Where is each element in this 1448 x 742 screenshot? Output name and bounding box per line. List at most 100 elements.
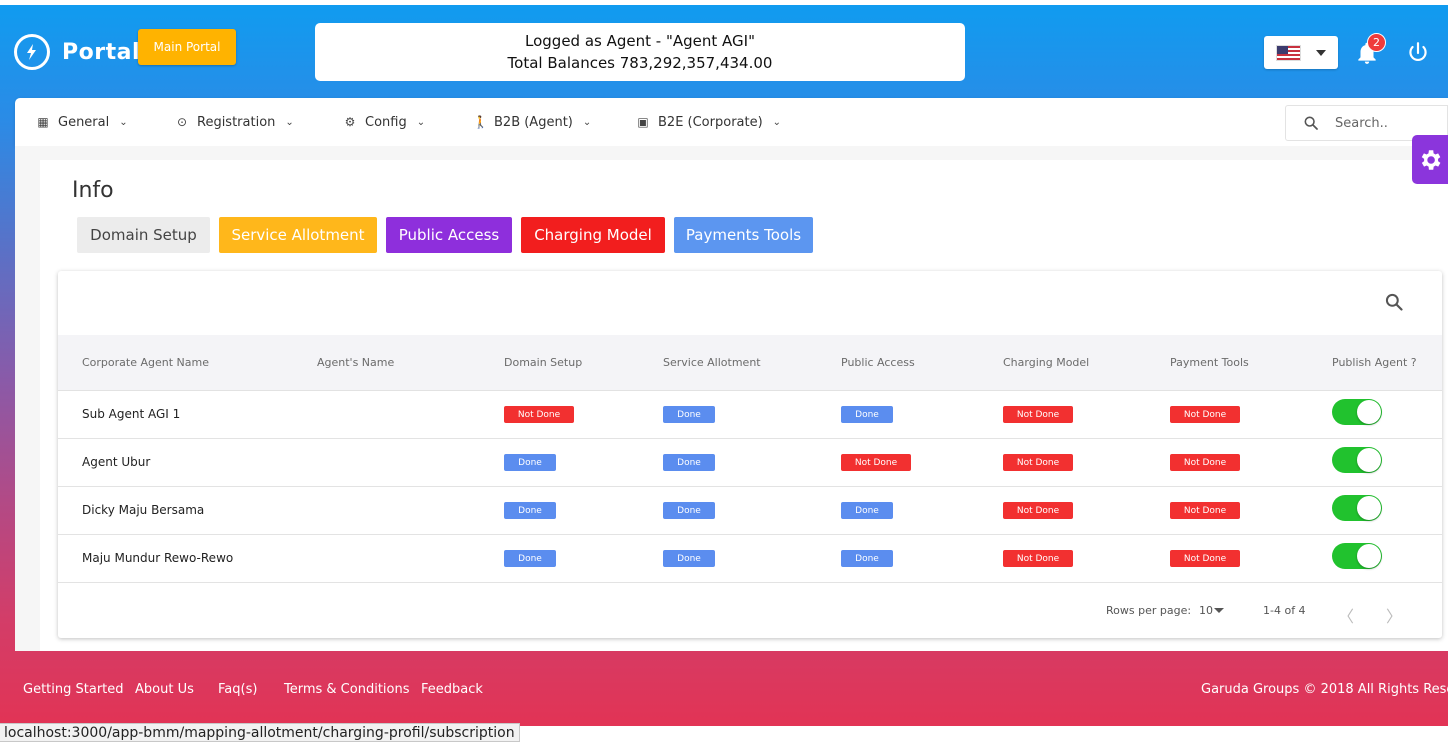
service-status-badge: Done	[663, 454, 715, 471]
id-card-icon: ▣	[637, 115, 649, 129]
column-header[interactable]: Corporate Agent Name	[82, 356, 209, 369]
row-divider	[58, 534, 1442, 535]
corporate-agent-name-cell: Dicky Maju Bersama	[82, 503, 205, 517]
toggle-knob	[1357, 544, 1381, 568]
us-flag-icon	[1276, 45, 1301, 61]
column-header[interactable]: Agent's Name	[317, 356, 394, 369]
nav-b2e-label: B2E (Corporate)	[658, 114, 763, 130]
publish-agent-toggle[interactable]	[1332, 543, 1382, 569]
corporate-agent-name-cell: Agent Ubur	[82, 455, 151, 469]
publish-agent-toggle[interactable]	[1332, 447, 1382, 473]
language-select[interactable]	[1264, 36, 1338, 69]
publish-agent-toggle[interactable]	[1332, 495, 1382, 521]
nav-registration[interactable]: ⊙ Registration ⌄	[176, 98, 294, 146]
caret-down-icon	[1214, 608, 1224, 613]
charging-status-badge: Not Done	[1003, 502, 1073, 519]
chevron-down-icon: ⌄	[582, 116, 592, 128]
column-header[interactable]: Charging Model	[1003, 356, 1089, 369]
payment-status-badge: Not Done	[1170, 406, 1240, 423]
column-header[interactable]: Domain Setup	[504, 356, 582, 369]
row-divider	[58, 438, 1442, 439]
row-divider	[58, 486, 1442, 487]
top-border	[0, 0, 1448, 5]
domain-status-badge: Done	[504, 454, 556, 471]
column-header[interactable]: Publish Agent ?	[1332, 356, 1417, 369]
table-search-icon[interactable]	[1384, 292, 1404, 316]
target-icon: ⊙	[176, 115, 188, 129]
page-title: Info	[72, 178, 114, 203]
payment-status-badge: Not Done	[1170, 550, 1240, 567]
chevron-down-icon: ⌄	[119, 116, 128, 128]
domain-status-badge: Not Done	[504, 406, 574, 423]
portal-logo[interactable]: Portal	[14, 34, 140, 70]
row-divider	[58, 582, 1442, 583]
rows-per-page-label: Rows per page:	[1106, 604, 1192, 617]
payment-status-badge: Not Done	[1170, 502, 1240, 519]
search-placeholder: Search..	[1335, 116, 1388, 131]
chevron-down-icon: ⌄	[416, 116, 426, 128]
corporate-agent-name-cell: Maju Mundur Rewo-Rewo	[82, 551, 234, 565]
nav-b2b-label: B2B (Agent)	[494, 114, 573, 130]
footer-copyright: Garuda Groups © 2018 All Rights Rese	[1201, 682, 1448, 697]
tab-service-allotment[interactable]: Service Allotment	[219, 217, 377, 253]
charging-status-badge: Not Done	[1003, 454, 1073, 471]
toggle-knob	[1357, 496, 1381, 520]
public-status-badge: Not Done	[841, 454, 911, 471]
caret-down-icon	[1316, 50, 1326, 56]
search-icon	[1303, 115, 1319, 135]
column-header[interactable]: Payment Tools	[1170, 356, 1249, 369]
toggle-knob	[1357, 448, 1381, 472]
main-navbar: ▦ General ⌄ ⊙ Registration ⌄ ⚙ Config ⌄ …	[15, 98, 1448, 146]
logo-text: Portal	[62, 39, 140, 65]
corporate-agent-name-cell: Sub Agent AGI 1	[82, 407, 181, 421]
column-header[interactable]: Service Allotment	[663, 356, 761, 369]
public-status-badge: Done	[841, 406, 893, 423]
main-portal-button[interactable]: Main Portal	[138, 29, 236, 65]
browser-status-url: localhost:3000/app-bmm/mapping-allotment…	[0, 723, 520, 742]
nav-registration-label: Registration	[197, 114, 276, 130]
previous-page-icon[interactable]: 〈	[1338, 603, 1354, 627]
public-status-badge: Done	[841, 502, 893, 519]
chevron-down-icon: ⌄	[772, 116, 782, 128]
nav-b2b-agent[interactable]: 🚶 B2B (Agent) ⌄	[473, 98, 591, 146]
tab-domain-setup[interactable]: Domain Setup	[77, 217, 210, 253]
charging-status-badge: Not Done	[1003, 550, 1073, 567]
walking-icon: 🚶	[473, 115, 488, 129]
logged-as-text: Logged as Agent - "Agent AGI"	[525, 32, 755, 50]
notification-badge: 2	[1367, 33, 1386, 52]
public-status-badge: Done	[841, 550, 893, 567]
service-status-badge: Done	[663, 406, 715, 423]
toggle-knob	[1357, 400, 1381, 424]
footer-feedback[interactable]: Feedback	[421, 682, 483, 697]
settings-fab[interactable]	[1412, 135, 1448, 184]
gear-icon	[1421, 149, 1441, 170]
tab-payments-tools[interactable]: Payments Tools	[674, 217, 813, 253]
service-status-badge: Done	[663, 502, 715, 519]
gear-icon: ⚙	[344, 115, 356, 129]
column-header[interactable]: Public Access	[841, 356, 915, 369]
chevron-down-icon: ⌄	[285, 116, 294, 128]
tab-charging-model[interactable]: Charging Model	[521, 217, 665, 253]
publish-agent-toggle[interactable]	[1332, 399, 1382, 425]
charging-status-badge: Not Done	[1003, 406, 1073, 423]
footer-about-us[interactable]: About Us	[135, 682, 194, 697]
nav-b2e-corporate[interactable]: ▣ B2E (Corporate) ⌄	[637, 98, 781, 146]
portal-logo-icon	[14, 34, 50, 70]
nav-general-label: General	[58, 114, 110, 130]
footer-terms[interactable]: Terms & Conditions	[284, 682, 410, 697]
domain-status-badge: Done	[504, 502, 556, 519]
rows-per-page-select[interactable]: 10	[1199, 604, 1213, 617]
nav-config[interactable]: ⚙ Config ⌄	[344, 98, 426, 146]
nav-config-label: Config	[365, 114, 407, 130]
footer-faq[interactable]: Faq(s)	[218, 682, 257, 697]
power-icon[interactable]	[1405, 40, 1431, 66]
total-balance-text: Total Balances 783,292,357,434.00	[507, 54, 773, 72]
next-page-icon[interactable]: 〉	[1386, 603, 1402, 627]
tab-public-access[interactable]: Public Access	[386, 217, 512, 253]
nav-general[interactable]: ▦ General ⌄	[37, 98, 128, 146]
pagination-range: 1-4 of 4	[1263, 604, 1306, 617]
service-status-badge: Done	[663, 550, 715, 567]
agent-info-box: Logged as Agent - "Agent AGI" Total Bala…	[315, 23, 965, 81]
payment-status-badge: Not Done	[1170, 454, 1240, 471]
footer-getting-started[interactable]: Getting Started	[23, 682, 124, 697]
